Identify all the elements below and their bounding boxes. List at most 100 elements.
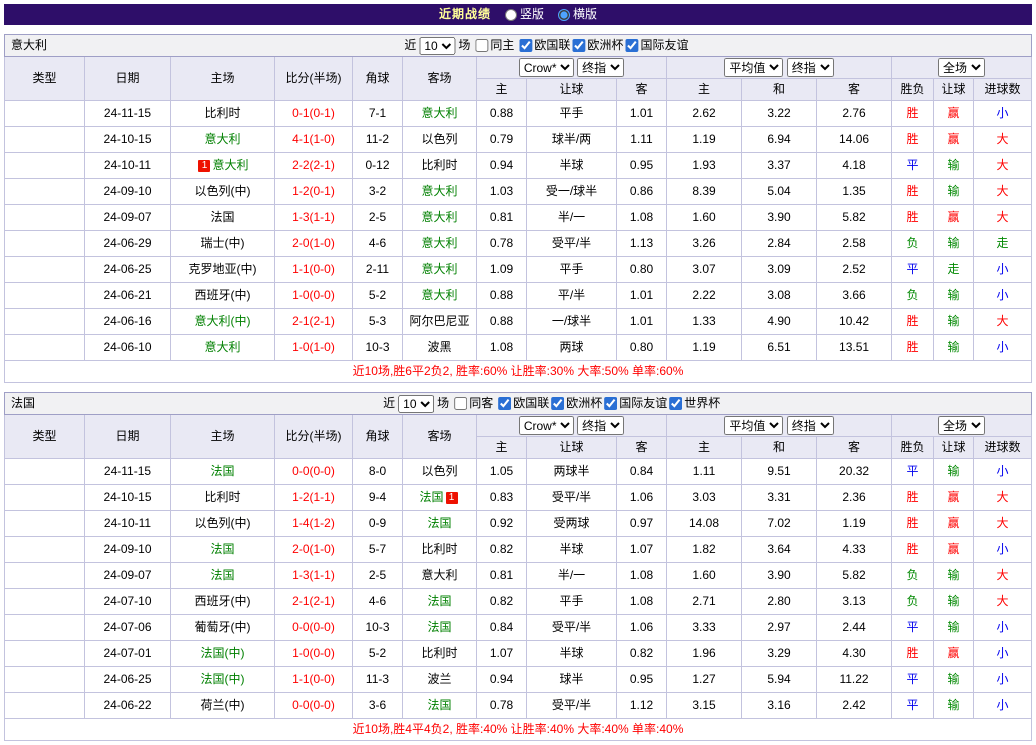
home-team[interactable]: 克罗地亚(中)	[171, 257, 275, 283]
home-team[interactable]: 以色列(中)	[171, 179, 275, 205]
odds-handicap: 受平/半	[527, 485, 617, 511]
league-filter[interactable]: 世界杯	[667, 396, 720, 411]
scope-select[interactable]: 全场	[938, 58, 985, 77]
avg-source-select[interactable]: 平均值	[724, 416, 783, 435]
home-team[interactable]: 法国	[171, 537, 275, 563]
vertical-layout-radio[interactable]	[505, 9, 517, 21]
league-checkbox[interactable]	[625, 39, 638, 52]
league-checkbox[interactable]	[604, 397, 617, 410]
home-team[interactable]: 比利时	[171, 485, 275, 511]
same-venue-filter[interactable]: 同主	[473, 38, 514, 53]
odds-source-select[interactable]: Crow*	[519, 416, 574, 435]
away-team[interactable]: 阿尔巴尼亚	[403, 309, 477, 335]
odds-home: 0.78	[477, 693, 527, 719]
away-team[interactable]: 意大利	[403, 231, 477, 257]
away-team[interactable]: 法国	[403, 589, 477, 615]
avg-home: 1.19	[667, 335, 742, 361]
league-checkbox[interactable]	[669, 397, 682, 410]
result-winloss: 平	[892, 693, 934, 719]
home-team[interactable]: 1意大利	[171, 153, 275, 179]
recent-count-select[interactable]: 10	[398, 395, 434, 413]
home-team[interactable]: 荷兰(中)	[171, 693, 275, 719]
layout-option-horizontal[interactable]: 横版	[558, 7, 597, 22]
away-team[interactable]: 意大利	[403, 205, 477, 231]
away-team[interactable]: 以色列	[403, 459, 477, 485]
scope-select[interactable]: 全场	[938, 416, 985, 435]
league-checkbox[interactable]	[519, 39, 532, 52]
away-team[interactable]: 波黑	[403, 335, 477, 361]
match-date: 24-07-10	[85, 589, 171, 615]
home-team[interactable]: 以色列(中)	[171, 511, 275, 537]
away-team[interactable]: 比利时	[403, 641, 477, 667]
away-team[interactable]: 法国	[403, 615, 477, 641]
away-team[interactable]: 法国	[403, 511, 477, 537]
team-name: 意大利	[11, 38, 47, 53]
away-team[interactable]: 意大利	[403, 283, 477, 309]
league-filter[interactable]: 欧洲杯	[570, 38, 623, 53]
corner-count: 10-3	[353, 335, 403, 361]
league-filter[interactable]: 欧国联	[517, 38, 570, 53]
match-date: 24-06-21	[85, 283, 171, 309]
home-team[interactable]: 法国(中)	[171, 667, 275, 693]
league-checkbox[interactable]	[551, 397, 564, 410]
summary-row: 近10场,胜4平4负2, 胜率:40% 让胜率:40% 大率:40% 单率:40…	[5, 719, 1032, 741]
avg-home: 1.82	[667, 537, 742, 563]
avg-home: 2.71	[667, 589, 742, 615]
recent-count-select[interactable]: 10	[419, 37, 455, 55]
away-team[interactable]: 法国1	[403, 485, 477, 511]
league-filter[interactable]: 国际友谊	[602, 396, 667, 411]
league-checkbox[interactable]	[498, 397, 511, 410]
odds-handicap: 受平/半	[527, 615, 617, 641]
odds-away: 1.06	[617, 615, 667, 641]
odds-time-select[interactable]: 终指	[577, 416, 624, 435]
home-team[interactable]: 意大利(中)	[171, 309, 275, 335]
horizontal-layout-radio[interactable]	[558, 9, 570, 21]
away-team[interactable]: 波兰	[403, 667, 477, 693]
same-venue-filter[interactable]: 同客	[452, 396, 493, 411]
league-type: 欧国联	[5, 563, 85, 589]
match-row: 欧洲杯24-06-21西班牙(中)1-0(0-0)5-2意大利0.88平/半1.…	[5, 283, 1032, 309]
home-team[interactable]: 比利时	[171, 101, 275, 127]
odds-source-select[interactable]: Crow*	[519, 58, 574, 77]
home-team[interactable]: 法国(中)	[171, 641, 275, 667]
away-team[interactable]: 意大利	[403, 563, 477, 589]
avg-draw: 3.90	[742, 205, 817, 231]
odds-time-select[interactable]: 终指	[577, 58, 624, 77]
league-filter[interactable]: 欧国联	[496, 396, 549, 411]
odds-handicap: 半球	[527, 153, 617, 179]
away-team[interactable]: 以色列	[403, 127, 477, 153]
same-venue-checkbox[interactable]	[475, 39, 488, 52]
away-team[interactable]: 比利时	[403, 537, 477, 563]
away-team[interactable]: 意大利	[403, 101, 477, 127]
fullmatch-group-header: 全场	[892, 415, 1032, 437]
avg-time-select[interactable]: 终指	[787, 416, 834, 435]
home-team[interactable]: 西班牙(中)	[171, 283, 275, 309]
home-team[interactable]: 瑞士(中)	[171, 231, 275, 257]
avg-away: 4.30	[817, 641, 892, 667]
avg-home: 8.39	[667, 179, 742, 205]
avg-time-select[interactable]: 终指	[787, 58, 834, 77]
home-team[interactable]: 意大利	[171, 335, 275, 361]
away-team[interactable]: 比利时	[403, 153, 477, 179]
col-odds-home: 主	[477, 437, 527, 459]
league-type: 欧国联	[5, 127, 85, 153]
home-team[interactable]: 葡萄牙(中)	[171, 615, 275, 641]
odds-home: 0.84	[477, 615, 527, 641]
away-team[interactable]: 意大利	[403, 179, 477, 205]
layout-option-vertical[interactable]: 竖版	[505, 7, 544, 22]
results-table: 类型 日期 主场 比分(半场) 角球 客场 Crow* 终指 平均值 终指	[4, 56, 1032, 383]
away-team[interactable]: 意大利	[403, 257, 477, 283]
avg-home: 1.96	[667, 641, 742, 667]
league-checkbox[interactable]	[572, 39, 585, 52]
away-team[interactable]: 法国	[403, 693, 477, 719]
avg-draw: 4.90	[742, 309, 817, 335]
home-team[interactable]: 法国	[171, 563, 275, 589]
home-team[interactable]: 法国	[171, 205, 275, 231]
league-filter[interactable]: 国际友谊	[623, 38, 688, 53]
home-team[interactable]: 法国	[171, 459, 275, 485]
home-team[interactable]: 西班牙(中)	[171, 589, 275, 615]
same-venue-checkbox[interactable]	[454, 397, 467, 410]
avg-source-select[interactable]: 平均值	[724, 58, 783, 77]
league-filter[interactable]: 欧洲杯	[549, 396, 602, 411]
home-team[interactable]: 意大利	[171, 127, 275, 153]
